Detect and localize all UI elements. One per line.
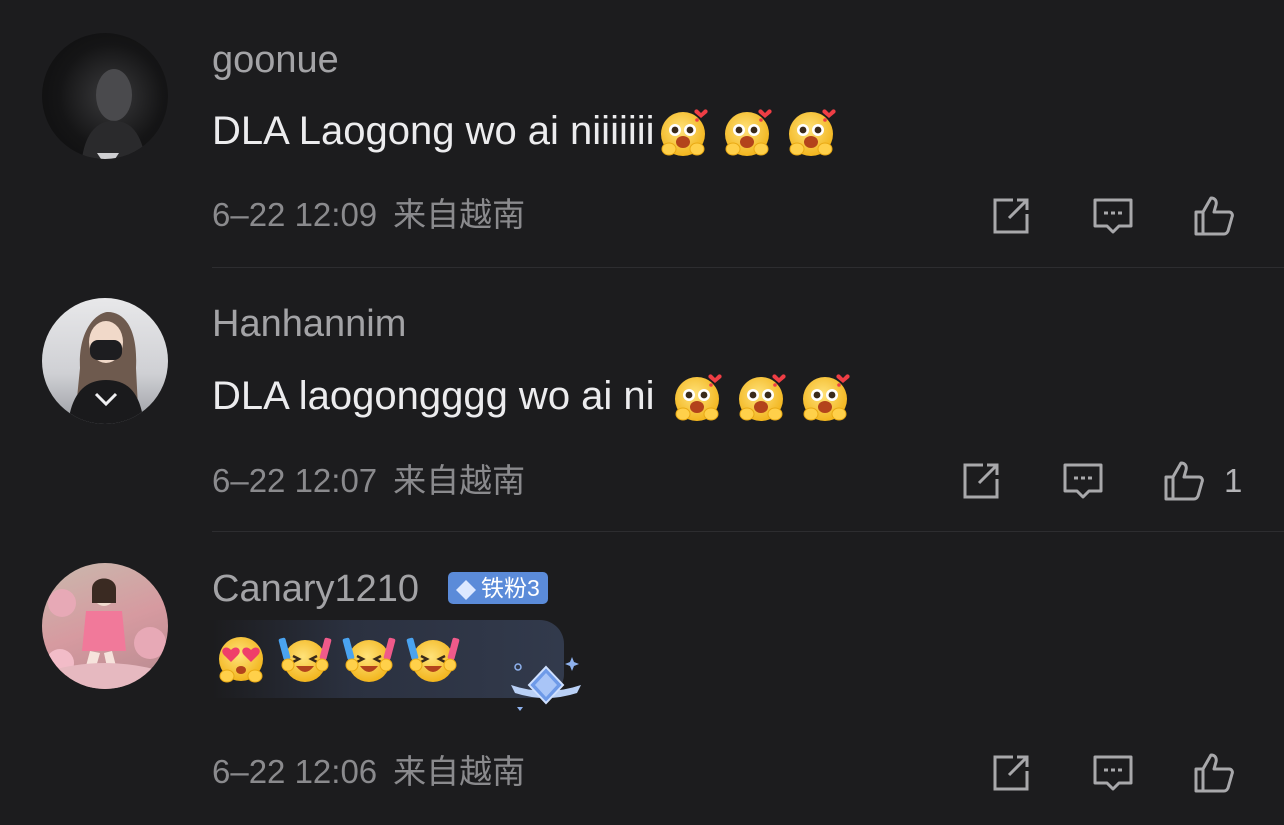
share-button[interactable] [989, 751, 1033, 795]
comment-meta: 6–22 12:09 来自越南 [212, 195, 525, 235]
share-button[interactable] [989, 194, 1033, 238]
comment-icon [1061, 459, 1105, 503]
cheering-emoji [406, 632, 460, 686]
avatar[interactable] [42, 33, 168, 159]
share-icon [989, 751, 1033, 795]
location: 来自越南 [393, 462, 526, 499]
like-button[interactable] [1192, 194, 1236, 238]
comment-icon [1091, 194, 1135, 238]
heart-eyes-blush-emoji [671, 371, 725, 425]
heart-eyes-blush-emoji [721, 106, 775, 160]
heart-eyes-blush-emoji [785, 106, 839, 160]
location: 来自越南 [393, 196, 526, 233]
thumbs-up-icon [1192, 751, 1236, 795]
avatar[interactable] [42, 298, 168, 424]
cheering-emoji [278, 632, 332, 686]
comment-emoji-row [214, 632, 470, 686]
fan-level-badge[interactable]: 铁粉3 [448, 572, 548, 604]
diamond-icon [456, 579, 476, 600]
heart-eyes-blush-emoji [735, 371, 789, 425]
share-icon [959, 459, 1003, 503]
comment-icon [1091, 751, 1135, 795]
share-icon [989, 194, 1033, 238]
badge-label: 铁粉3 [481, 575, 540, 601]
divider [212, 267, 1284, 268]
comment-text: DLA laogongggg wo ai ni [212, 374, 655, 418]
like-count: 1 [1224, 462, 1243, 499]
reply-button[interactable] [1091, 194, 1135, 238]
avatar[interactable] [42, 563, 168, 689]
like-button[interactable] [1162, 459, 1206, 503]
cheering-emoji [342, 632, 396, 686]
comment-text-row: DLA laogongggg wo ai ni [212, 371, 853, 425]
thumbs-up-icon [1162, 459, 1206, 503]
comment-text-row: DLA Laogong wo ai niiiiiii [212, 106, 839, 160]
like-button[interactable] [1192, 751, 1236, 795]
username[interactable]: Hanhannim [212, 302, 406, 346]
comment-text: DLA Laogong wo ai niiiiiii [212, 109, 655, 153]
reply-button[interactable] [1091, 751, 1135, 795]
reply-button[interactable] [1061, 459, 1105, 503]
comment-meta: 6–22 12:07 来自越南 [212, 461, 525, 501]
comment-meta: 6–22 12:06 来自越南 [212, 752, 525, 792]
location: 来自越南 [393, 753, 526, 790]
heart-eyes-blush-emoji [799, 371, 853, 425]
username[interactable]: goonue [212, 38, 339, 82]
diamond-decoration-icon [511, 657, 581, 711]
timestamp: 6–22 12:06 [212, 753, 378, 790]
username[interactable]: Canary1210 [212, 567, 419, 611]
thumbs-up-icon [1192, 194, 1236, 238]
share-button[interactable] [959, 459, 1003, 503]
heart-eyes-emoji [214, 632, 268, 686]
heart-eyes-blush-emoji [657, 106, 711, 160]
timestamp: 6–22 12:09 [212, 196, 378, 233]
divider [212, 531, 1284, 532]
timestamp: 6–22 12:07 [212, 462, 378, 499]
